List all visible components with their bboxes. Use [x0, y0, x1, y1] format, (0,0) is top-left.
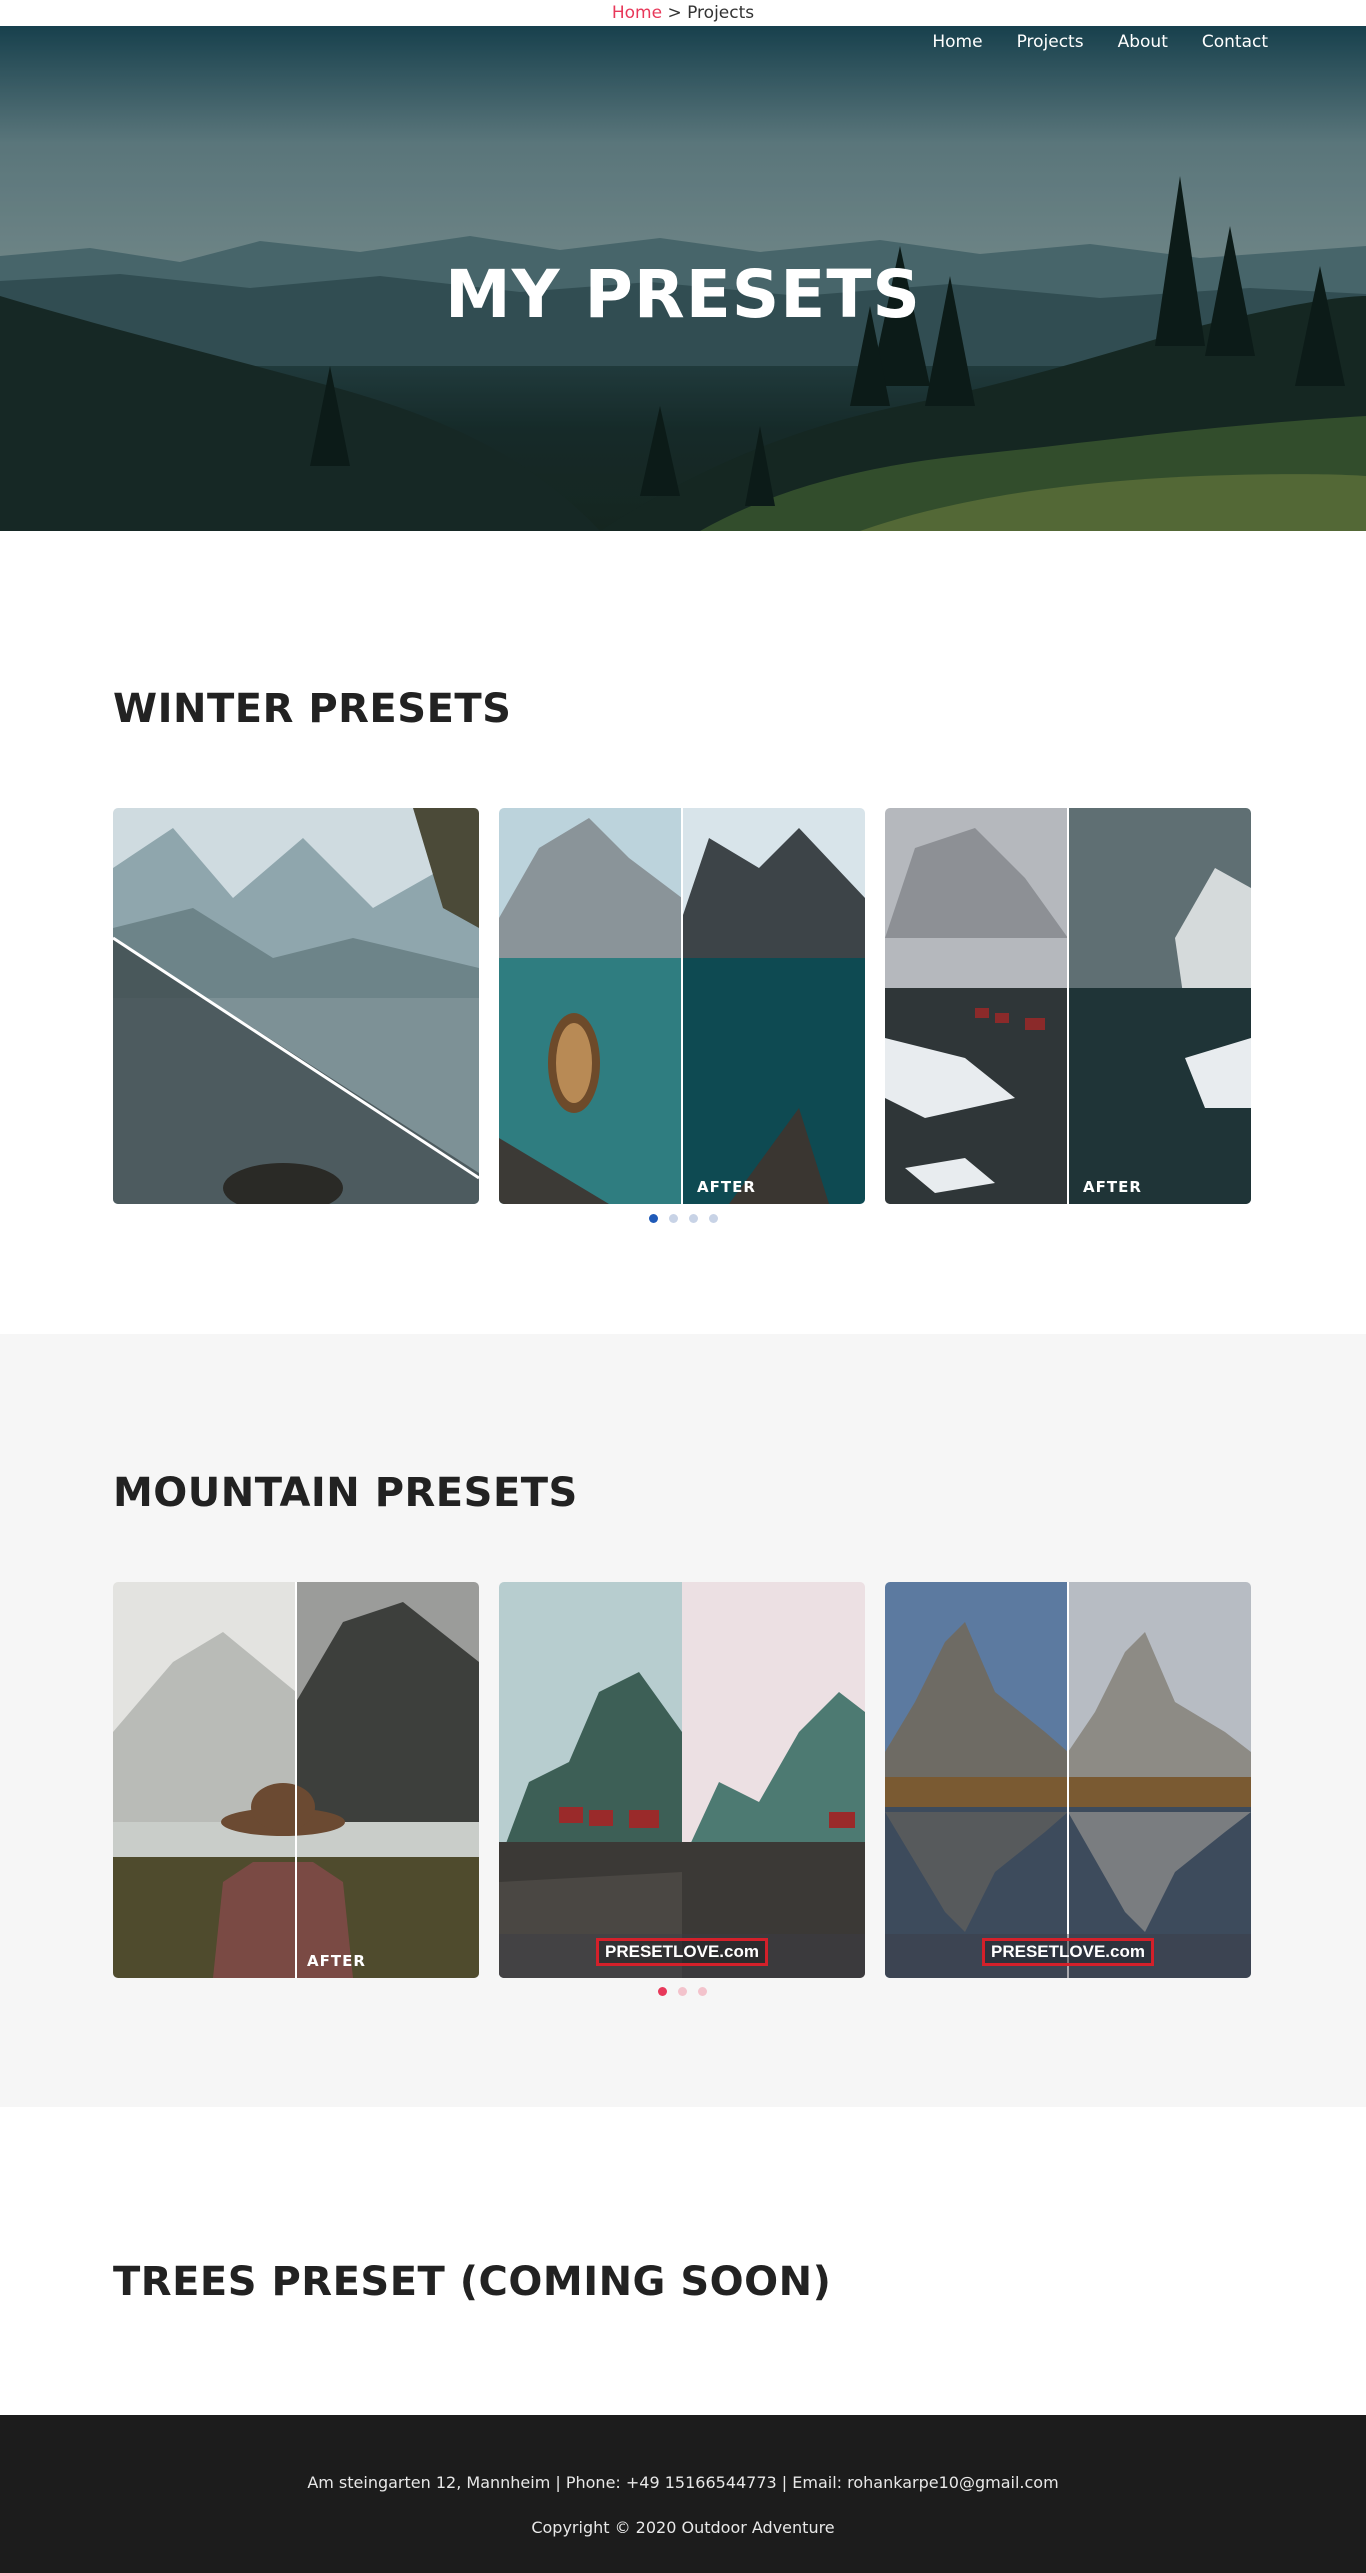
main-nav: Home Projects About Contact [932, 32, 1268, 52]
footer: Am steingarten 12, Mannheim | Phone: +49… [0, 2415, 1366, 2573]
nav-about-link[interactable]: About [1118, 32, 1168, 52]
winter-presets-section: WINTER PRESETS AFTER AFTER [0, 531, 1366, 1334]
mountain-presets-carousel[interactable]: AFTER PRESETLOVE.com PRESETLOVE.com [113, 1582, 1251, 1978]
breadcrumb-separator: > [667, 3, 682, 23]
pagination-dot[interactable] [709, 1214, 718, 1223]
breadcrumb-current: Projects [687, 3, 755, 23]
trees-preset-section: TREES PRESET (COMING SOON) [0, 2107, 1366, 2415]
nav-contact-link[interactable]: Contact [1202, 32, 1268, 52]
pagination-dot[interactable] [678, 1987, 687, 1996]
pagination-dot[interactable] [698, 1987, 707, 1996]
matterhorn-reflection-image [885, 1582, 1251, 1978]
pagination-dot[interactable] [669, 1214, 678, 1223]
winter-preset-card[interactable]: AFTER [499, 808, 865, 1204]
hero-banner: Home Projects About Contact MY PRESETS [0, 26, 1366, 531]
breadcrumb-home-link[interactable]: Home [612, 3, 662, 23]
footer-copyright: Copyright © 2020 Outdoor Adventure [531, 2518, 835, 2537]
mountain-preset-card[interactable]: AFTER [113, 1582, 479, 1978]
after-label: AFTER [307, 1952, 366, 1970]
nav-home-link[interactable]: Home [932, 32, 982, 52]
mountain-lake-boat-image [499, 808, 865, 1204]
footer-contact-info: Am steingarten 12, Mannheim | Phone: +49… [307, 2473, 1059, 2492]
red-cabins-coast-image [499, 1582, 865, 1978]
after-label: AFTER [1083, 1178, 1142, 1196]
mountain-presets-title: MOUNTAIN PRESETS [113, 1470, 578, 1516]
trees-preset-title: TREES PRESET (COMING SOON) [113, 2259, 832, 2305]
hiker-hat-image [113, 1582, 479, 1978]
mountain-carousel-pagination [658, 1987, 707, 1996]
pagination-dot[interactable] [689, 1214, 698, 1223]
winter-preset-card[interactable] [113, 808, 479, 1204]
mountain-preset-card[interactable]: PRESETLOVE.com [885, 1582, 1251, 1978]
mountain-preset-card[interactable]: PRESETLOVE.com [499, 1582, 865, 1978]
snowy-fjord-image [885, 808, 1251, 1204]
after-label: AFTER [697, 1178, 756, 1196]
presetlove-watermark: PRESETLOVE.com [982, 1938, 1154, 1966]
mountain-presets-section: MOUNTAIN PRESETS AFTER PRESETLOVE.com PR… [0, 1334, 1366, 2107]
pagination-dot[interactable] [658, 1987, 667, 1996]
pagination-dot[interactable] [649, 1214, 658, 1223]
winter-lake-image [113, 808, 479, 1204]
presetlove-watermark: PRESETLOVE.com [596, 1938, 768, 1966]
winter-preset-card[interactable]: AFTER [885, 808, 1251, 1204]
winter-presets-title: WINTER PRESETS [113, 686, 512, 732]
hero-title: MY PRESETS [445, 256, 921, 333]
winter-carousel-pagination [649, 1214, 718, 1223]
nav-projects-link[interactable]: Projects [1017, 32, 1084, 52]
winter-presets-carousel[interactable]: AFTER AFTER [113, 808, 1251, 1204]
breadcrumb: Home > Projects [0, 0, 1366, 26]
